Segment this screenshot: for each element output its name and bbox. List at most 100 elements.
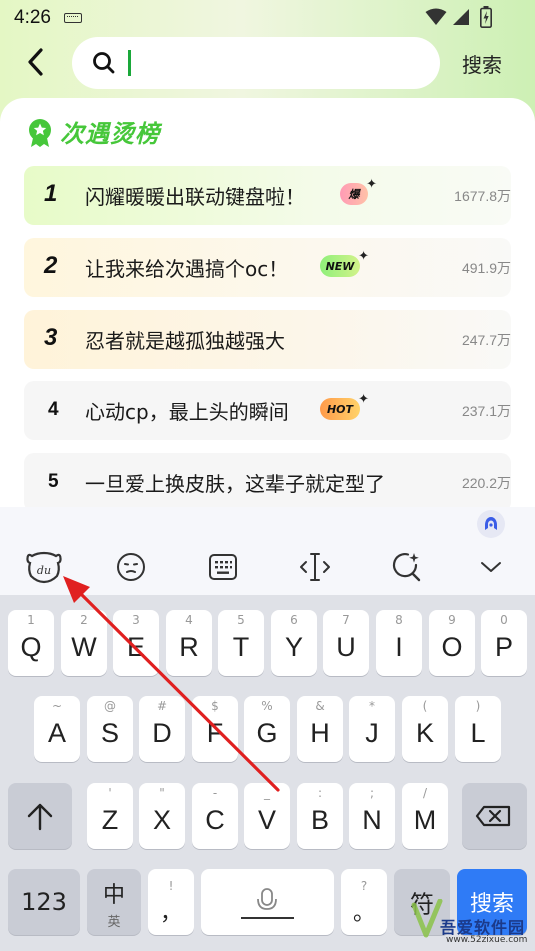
key-a[interactable]: ~ A	[34, 696, 80, 762]
search-button[interactable]: 搜索	[462, 49, 502, 78]
key-label: A	[47, 718, 66, 748]
space-key[interactable]	[201, 869, 334, 935]
key-label: F	[206, 718, 224, 748]
ranking-item[interactable]: 3 忍者就是越孤独越强大 247.7万	[24, 310, 511, 369]
sparkle-icon: ✦	[358, 392, 369, 407]
key-label: N	[362, 805, 382, 835]
key-i[interactable]: 8I	[376, 610, 422, 676]
key-e[interactable]: 3E	[113, 610, 159, 676]
key-z[interactable]: ' Z	[87, 783, 133, 849]
key-sub-label: 英	[107, 915, 121, 930]
key-c[interactable]: -C	[192, 783, 238, 849]
key-label: 123	[21, 888, 67, 916]
key-hint: %	[261, 699, 273, 713]
chevron-down-icon	[481, 562, 501, 572]
key-d[interactable]: # D	[139, 696, 185, 762]
cursor-move-icon	[300, 553, 330, 581]
key-u[interactable]: 7U	[323, 610, 369, 676]
key-r[interactable]: 4R	[166, 610, 212, 676]
badge-label: 爆	[348, 188, 360, 201]
key-hint: 9	[448, 613, 456, 627]
key-hint: *	[369, 699, 375, 713]
ranking-item[interactable]: 4 心动cp，最上头的瞬间 HOT ✦ 237.1万	[24, 381, 511, 440]
back-button[interactable]	[18, 42, 52, 82]
hot-badge: HOT ✦	[320, 392, 369, 420]
key-hint: @	[104, 699, 116, 713]
ranking-item[interactable]: 5 一旦爱上换皮肤，这辈子就定型了 220.2万	[24, 453, 511, 512]
cursor-move-button[interactable]	[295, 547, 335, 587]
cellular-signal-icon	[453, 9, 469, 25]
rank-number: 4	[48, 399, 59, 420]
emoji-icon	[117, 553, 145, 581]
keyboard-switch-button[interactable]	[203, 547, 243, 587]
text-cursor	[128, 50, 131, 76]
ai-assistant-icon	[485, 517, 497, 530]
keyboard-status-icon	[64, 13, 82, 23]
key-hint: 3	[132, 613, 140, 627]
key-label: U	[336, 632, 356, 662]
key-hint: 7	[342, 613, 350, 627]
status-bar: 4:26	[0, 0, 535, 34]
key-l[interactable]: ) L	[455, 696, 501, 762]
period-key[interactable]: ? 。	[341, 869, 387, 935]
ranking-item[interactable]: 2 让我来给次遇搞个oc！ NEW ✦ 491.9万	[24, 238, 511, 297]
key-n[interactable]: ; N	[349, 783, 395, 849]
key-hint: 2	[80, 613, 88, 627]
collapse-keyboard-button[interactable]	[471, 547, 511, 587]
key-x[interactable]: " X	[139, 783, 185, 849]
key-hint: 1	[27, 613, 35, 627]
key-s[interactable]: @ S	[87, 696, 133, 762]
key-f[interactable]: $ F	[192, 696, 238, 762]
backspace-icon	[475, 805, 511, 827]
sparkle-icon: ✦	[358, 249, 369, 264]
battery-icon	[480, 6, 492, 28]
search-input[interactable]	[72, 37, 440, 89]
key-hint: 0	[500, 613, 508, 627]
wifi-icon	[425, 8, 447, 25]
key-hint: /	[422, 786, 428, 800]
key-w[interactable]: 2W	[61, 610, 107, 676]
key-m[interactable]: / M	[402, 783, 448, 849]
chevron-left-icon	[28, 48, 43, 76]
key-y[interactable]: 6Y	[271, 610, 317, 676]
key-label: J	[365, 718, 379, 748]
ranking-item[interactable]: 1 闪耀暖暖出联动键盘啦！ 爆 ✦ 1677.8万	[24, 166, 511, 225]
key-v[interactable]: _ V	[244, 783, 290, 849]
sparkle-icon: ✦	[366, 177, 377, 192]
key-h[interactable]: & H	[297, 696, 343, 762]
key-hint: ;	[369, 786, 375, 800]
language-switch-key[interactable]: 中 英	[87, 869, 141, 935]
smart-search-button[interactable]	[386, 547, 426, 587]
key-g[interactable]: % G	[244, 696, 290, 762]
svg-text:du: du	[37, 564, 51, 577]
ranking-item-text: 心动cp，最上头的瞬间	[85, 400, 289, 424]
key-hint: 4	[185, 613, 193, 627]
comma-key[interactable]: ! ，	[148, 869, 194, 935]
du-logo-button[interactable]: du	[24, 547, 64, 587]
shift-arrow-icon	[27, 803, 53, 831]
key-j[interactable]: * J	[349, 696, 395, 762]
key-label: O	[441, 632, 463, 662]
key-label: D	[152, 718, 172, 748]
key-p[interactable]: 0P	[481, 610, 527, 676]
key-hint: 6	[290, 613, 298, 627]
ai-assistant-button[interactable]	[477, 510, 505, 538]
key-b[interactable]: :B	[297, 783, 343, 849]
key-label: B	[310, 805, 329, 835]
key-label: I	[395, 632, 403, 662]
key-label: W	[71, 632, 97, 662]
backspace-key[interactable]	[462, 783, 527, 849]
key-t[interactable]: 5T	[218, 610, 264, 676]
key-q[interactable]: 1Q	[8, 610, 54, 676]
key-o[interactable]: 9O	[429, 610, 475, 676]
key-label: G	[256, 718, 278, 748]
shift-key[interactable]	[8, 783, 72, 849]
key-label: 。	[352, 900, 375, 925]
du-bear-logo-icon: du	[26, 551, 62, 584]
ranking-badge-icon	[29, 119, 51, 147]
badge-label: HOT	[326, 402, 354, 416]
numbers-key[interactable]: 123	[8, 869, 80, 935]
emoji-button[interactable]	[111, 547, 151, 587]
key-label: L	[470, 718, 486, 748]
key-k[interactable]: (K	[402, 696, 448, 762]
